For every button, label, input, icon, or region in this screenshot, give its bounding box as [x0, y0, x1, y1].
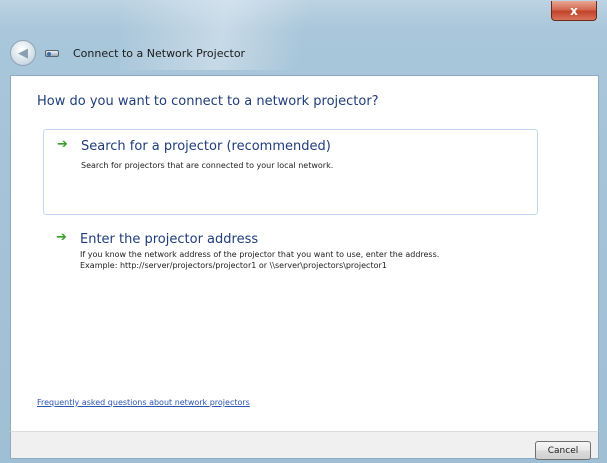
option-title: Search for a projector (recommended) [81, 139, 331, 154]
option-title: Enter the projector address [80, 232, 259, 247]
option-description-line: If you know the network address of the p… [80, 250, 440, 259]
cancel-button[interactable]: Cancel [535, 441, 591, 460]
window-title: Connect to a Network Projector [73, 46, 246, 60]
option-enter-address[interactable]: ➔ Enter the projector address If you kno… [43, 223, 538, 283]
page-heading: How do you want to connect to a network … [37, 94, 379, 109]
projector-icon [45, 47, 61, 59]
green-arrow-icon: ➔ [56, 230, 67, 245]
option-description: Search for projectors that are connected… [81, 160, 333, 171]
footer-bar [10, 431, 599, 459]
green-arrow-icon: ➔ [57, 137, 68, 152]
option-description-line: Search for projectors that are connected… [81, 161, 334, 170]
title-bar: ◀ Connect to a Network Projector [10, 38, 245, 68]
dialog-window: x ◀ Connect to a Network Projector How d… [0, 0, 607, 463]
faq-link[interactable]: Frequently asked questions about network… [37, 398, 250, 407]
option-description: If you know the network address of the p… [80, 249, 439, 271]
close-icon: x [570, 3, 578, 18]
option-search-projector[interactable]: ➔ Search for a projector (recommended) S… [43, 129, 538, 215]
back-button[interactable]: ◀ [10, 40, 36, 66]
back-arrow-icon: ◀ [18, 45, 28, 61]
option-description-line: Example: http://server/projectors/projec… [80, 261, 387, 270]
close-button[interactable]: x [551, 1, 597, 21]
